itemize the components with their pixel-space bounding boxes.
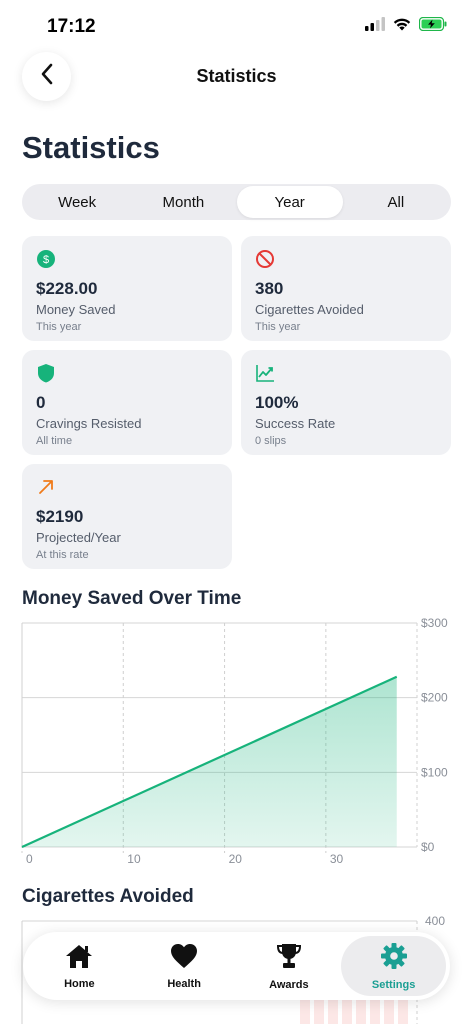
y-tick-label: $100 bbox=[421, 765, 448, 779]
tab-home-label: Home bbox=[64, 977, 95, 990]
y-tick-label: $200 bbox=[421, 691, 448, 705]
money-saved-chart: $0 $100 $200 $300 0 10 20 30 bbox=[21, 616, 448, 866]
home-icon bbox=[64, 943, 94, 974]
cigarettes-bar bbox=[300, 1000, 310, 1024]
tab-home[interactable]: Home bbox=[27, 936, 132, 996]
x-tick-label: 30 bbox=[330, 852, 344, 866]
trophy-icon bbox=[275, 942, 303, 975]
x-tick-label: 10 bbox=[127, 852, 141, 866]
cigarettes-chart-title: Cigarettes Avoided bbox=[22, 886, 194, 907]
y-tick-label: $300 bbox=[421, 616, 448, 630]
y-tick-label: 400 bbox=[425, 914, 445, 928]
x-tick-label: 0 bbox=[26, 852, 33, 866]
heart-icon bbox=[170, 943, 198, 974]
y-tick-label: $0 bbox=[421, 840, 435, 854]
tab-awards-label: Awards bbox=[269, 978, 309, 991]
bottom-tab-bar: Home Health Awards Settings bbox=[23, 932, 450, 1000]
x-tick-label: 20 bbox=[229, 852, 243, 866]
tab-awards[interactable]: Awards bbox=[237, 936, 342, 996]
gear-icon bbox=[380, 942, 408, 975]
tab-settings[interactable]: Settings bbox=[341, 936, 446, 996]
tab-health-label: Health bbox=[167, 977, 201, 990]
tab-settings-label: Settings bbox=[371, 978, 416, 991]
tab-health[interactable]: Health bbox=[132, 936, 237, 996]
